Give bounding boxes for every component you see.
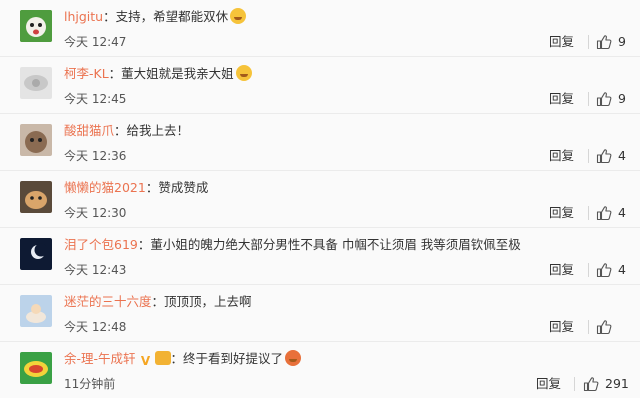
like-button[interactable]: 9 xyxy=(596,32,626,52)
avatar[interactable] xyxy=(20,10,52,42)
comment-text: ：给我上去！ xyxy=(114,123,190,138)
like-button[interactable]: 4 xyxy=(596,146,626,166)
divider xyxy=(588,35,589,49)
comment-text: ：董小姐的魄力绝大部分男性不具备 巾帼不让须眉 我等须眉钦佩至极 xyxy=(137,237,521,252)
reply-button[interactable]: 回复 xyxy=(549,91,574,107)
like-button[interactable] xyxy=(596,317,618,337)
like-button[interactable]: 291 xyxy=(583,374,629,394)
thumbs-up-icon xyxy=(596,35,612,50)
comment-username[interactable]: 懒懒的猫2021 xyxy=(64,180,146,195)
comment-username[interactable]: 余-理-午成轩 xyxy=(64,351,136,366)
comment-text: ：支持，希望都能双休 xyxy=(103,9,229,24)
avatar[interactable] xyxy=(20,181,52,213)
comment-username[interactable]: 泪了个包619 xyxy=(64,237,138,252)
vip-crown-icon xyxy=(154,351,171,365)
reply-button[interactable]: 回复 xyxy=(536,376,561,392)
comment-time: 今天 12:47 xyxy=(64,35,127,49)
divider xyxy=(588,149,589,163)
comment-text: ：董大姐就是我亲大姐 xyxy=(108,66,234,81)
avatar[interactable] xyxy=(20,238,52,270)
emoji-icon xyxy=(235,65,252,81)
thumbs-up-icon xyxy=(596,92,612,107)
comment-text: ：赞成赞成 xyxy=(145,180,209,195)
divider xyxy=(588,206,589,220)
comment-item: 柯李-KL：董大姐就是我亲大姐 今天 12:45 回复 9 xyxy=(0,57,640,114)
like-count: 9 xyxy=(618,91,626,106)
like-count: 4 xyxy=(618,205,626,220)
thumbs-up-icon xyxy=(583,377,599,392)
comment-text: ：终于看到好提议了 xyxy=(170,351,284,366)
comment-username[interactable]: 酸甜猫爪 xyxy=(64,123,114,138)
like-count: 291 xyxy=(605,376,629,391)
avatar[interactable] xyxy=(20,124,52,156)
comment-item: 余-理-午成轩 V ：终于看到好提议了 11分钟前 回复 291 xyxy=(0,342,640,396)
reply-button[interactable]: 回复 xyxy=(549,34,574,50)
reply-button[interactable]: 回复 xyxy=(549,319,574,335)
comment-item: 懒懒的猫2021：赞成赞成 今天 12:30 回复 4 xyxy=(0,171,640,228)
comment-time: 今天 12:45 xyxy=(64,92,127,106)
verified-v-icon: V xyxy=(140,354,151,368)
comment-time: 今天 12:43 xyxy=(64,263,127,277)
comment-item: 酸甜猫爪：给我上去！ 今天 12:36 回复 4 xyxy=(0,114,640,171)
like-count: 4 xyxy=(618,148,626,163)
divider xyxy=(574,377,575,391)
like-button[interactable]: 9 xyxy=(596,89,626,109)
comment-text: ：顶顶顶，上去啊 xyxy=(151,294,252,309)
comment-time: 11分钟前 xyxy=(64,377,116,391)
divider xyxy=(588,320,589,334)
like-button[interactable]: 4 xyxy=(596,260,626,280)
comment-item: lhjgitu：支持，希望都能双休 今天 12:47 回复 9 xyxy=(0,0,640,57)
thumbs-up-icon xyxy=(596,206,612,221)
like-count: 9 xyxy=(618,34,626,49)
like-count: 4 xyxy=(618,262,626,277)
avatar[interactable] xyxy=(20,295,52,327)
avatar[interactable] xyxy=(20,67,52,99)
thumbs-up-icon xyxy=(596,320,612,335)
comment-list: lhjgitu：支持，希望都能双休 今天 12:47 回复 9 柯李-KL：董大… xyxy=(0,0,640,398)
comment-username[interactable]: lhjgitu xyxy=(64,9,103,24)
divider xyxy=(588,263,589,277)
emoji-icon xyxy=(285,350,302,366)
comment-time: 今天 12:48 xyxy=(64,320,127,334)
thumbs-up-icon xyxy=(596,263,612,278)
thumbs-up-icon xyxy=(596,149,612,164)
reply-button[interactable]: 回复 xyxy=(549,205,574,221)
avatar[interactable] xyxy=(20,352,52,384)
comment-item: 迷茫的三十六度：顶顶顶，上去啊 今天 12:48 回复 xyxy=(0,285,640,342)
emoji-icon xyxy=(230,8,247,24)
comment-item: 泪了个包619：董小姐的魄力绝大部分男性不具备 巾帼不让须眉 我等须眉钦佩至极 … xyxy=(0,228,640,285)
comment-time: 今天 12:36 xyxy=(64,149,127,163)
reply-button[interactable]: 回复 xyxy=(549,148,574,164)
comment-username[interactable]: 迷茫的三十六度 xyxy=(64,294,152,309)
comment-time: 今天 12:30 xyxy=(64,206,127,220)
reply-button[interactable]: 回复 xyxy=(549,262,574,278)
comment-username[interactable]: 柯李-KL xyxy=(64,66,109,81)
divider xyxy=(588,92,589,106)
like-button[interactable]: 4 xyxy=(596,203,626,223)
